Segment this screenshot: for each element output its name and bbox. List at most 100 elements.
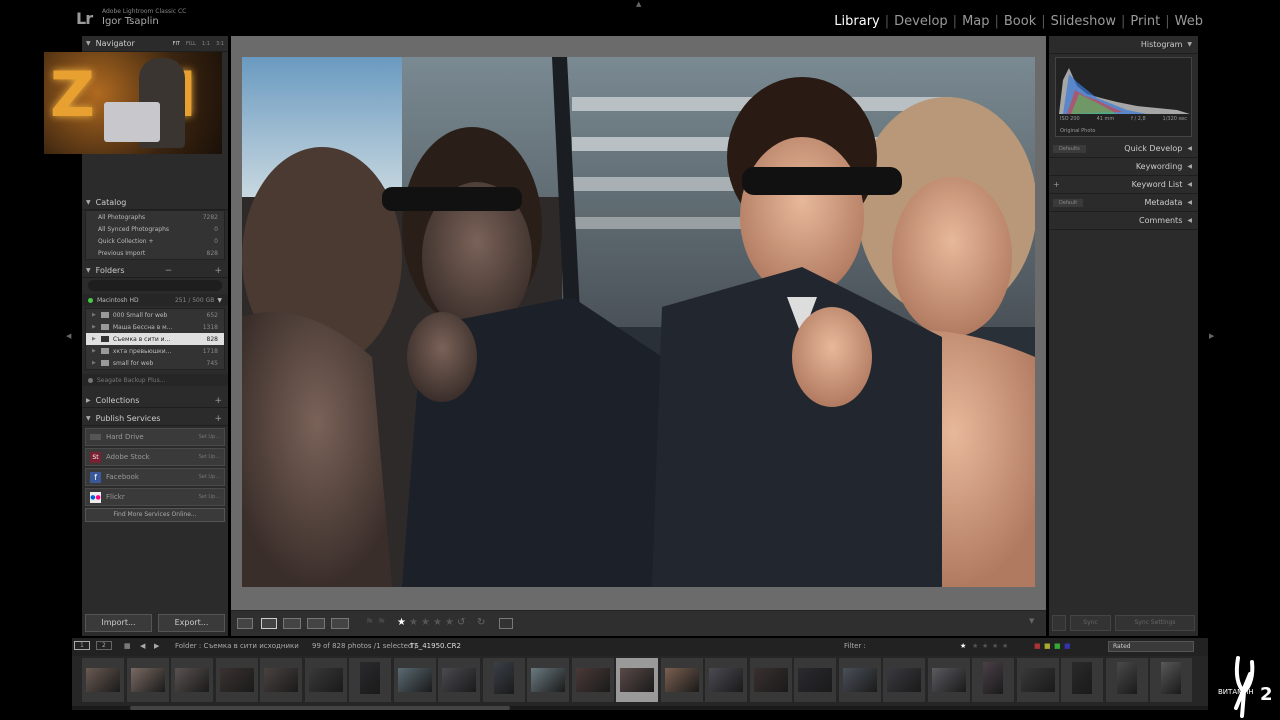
filter-color-yellow[interactable]: ■ — [1044, 642, 1051, 650]
publish-adobe-stock[interactable]: St Adobe Stock Set Up... — [85, 448, 225, 466]
filmstrip-thumbnail[interactable] — [393, 658, 436, 702]
publish-services-header[interactable]: ▼ Publish Services + — [82, 412, 228, 426]
import-button[interactable]: Import... — [85, 614, 152, 632]
filmstrip-thumbnail[interactable] — [838, 658, 881, 702]
collapse-top-panel-icon[interactable]: ▲ — [636, 0, 641, 8]
flag-reject-icon[interactable]: ⚑ — [377, 617, 386, 628]
filmstrip-thumbnail[interactable] — [794, 658, 836, 702]
filmstrip-thumbnail[interactable] — [883, 658, 925, 702]
collapse-left-panel-icon[interactable]: ◀ — [66, 332, 71, 340]
filmstrip-thumbnail[interactable] — [1150, 658, 1192, 702]
catalog-item[interactable]: Previous Import 828 — [86, 247, 224, 259]
catalog-item[interactable]: Quick Collection +0 — [86, 235, 224, 247]
filter-star-2[interactable]: ★ — [972, 642, 978, 650]
filmstrip-thumbnail[interactable] — [304, 658, 347, 702]
filmstrip-thumbnail[interactable] — [660, 658, 703, 702]
people-view-icon[interactable] — [331, 618, 349, 629]
metadata-header[interactable]: Default Metadata ◀ — [1049, 194, 1198, 212]
module-develop[interactable]: Develop — [889, 14, 953, 29]
collections-header[interactable]: ▶ Collections + — [82, 394, 228, 408]
filter-star-4[interactable]: ★ — [992, 642, 998, 650]
sync-button[interactable]: Sync — [1070, 615, 1111, 631]
quick-develop-header[interactable]: Defaults Quick Develop ◀ — [1049, 140, 1198, 158]
zoom-fill[interactable]: FILL — [186, 41, 196, 47]
folder-item[interactable]: ▶ Маша Бессна в м... 1318 — [86, 321, 224, 333]
grid-view-icon[interactable] — [237, 618, 253, 629]
filmstrip-thumbnail[interactable] — [82, 658, 124, 702]
rating-star-4[interactable]: ★ — [433, 617, 442, 628]
survey-view-icon[interactable] — [307, 618, 325, 629]
keyword-list-header[interactable]: + Keyword List ◀ — [1049, 176, 1198, 194]
rating-star-5[interactable]: ★ — [445, 617, 454, 628]
back-arrow-icon[interactable]: ◀ — [140, 642, 145, 650]
filmstrip-thumbnail[interactable] — [438, 658, 480, 702]
volume-macintosh-hd[interactable]: Macintosh HD 251 / 500 GB ▼ — [82, 294, 228, 306]
toolbar-options-icon[interactable]: ▼ — [1029, 617, 1034, 625]
publish-facebook[interactable]: f Facebook Set Up... — [85, 468, 225, 486]
minus-icon[interactable]: − — [165, 266, 173, 276]
plus-icon[interactable]: + — [214, 396, 222, 406]
volume-seagate[interactable]: Seagate Backup Plus... — [82, 374, 228, 386]
filter-color-green[interactable]: ■ — [1054, 642, 1061, 650]
catalog-header[interactable]: ▼ Catalog — [82, 196, 228, 210]
main-photo[interactable] — [242, 57, 1035, 587]
flag-pick-icon[interactable]: ⚑ — [365, 617, 374, 628]
navigator-header[interactable]: ▼ Navigator FIT FILL 1:1 3:1 — [82, 36, 228, 52]
catalog-item[interactable]: All Synced Photographs 0 — [86, 223, 224, 235]
module-web[interactable]: Web — [1170, 14, 1208, 29]
filmstrip-source[interactable]: Folder : Съемка в сити исходники — [175, 642, 299, 650]
filter-star-5[interactable]: ★ — [1002, 642, 1008, 650]
compare-view-icon[interactable] — [283, 618, 301, 629]
histogram-header[interactable]: Histogram ▼ — [1049, 36, 1198, 54]
collapse-right-panel-icon[interactable]: ▶ — [1209, 332, 1214, 340]
filmstrip[interactable] — [72, 656, 1208, 706]
filmstrip-thumbnail[interactable] — [927, 658, 970, 702]
folder-item[interactable]: ▶ хкта превьюшки... 1718 — [86, 345, 224, 357]
catalog-item[interactable]: All Photographs 7282 — [86, 211, 224, 223]
filmstrip-thumbnail[interactable] — [482, 658, 525, 702]
rating-star-3[interactable]: ★ — [421, 617, 430, 628]
folder-item[interactable]: ▶ small for web 745 — [86, 357, 224, 369]
plus-icon[interactable]: + — [214, 414, 222, 424]
filter-star-1[interactable]: ★ — [960, 642, 966, 650]
filter-preset-select[interactable]: Rated — [1108, 641, 1194, 652]
sync-settings-button[interactable]: Sync Settings — [1115, 615, 1195, 631]
forward-arrow-icon[interactable]: ▶ — [154, 642, 159, 650]
filmstrip-thumbnail[interactable] — [527, 658, 569, 702]
filmstrip-thumbnail[interactable] — [749, 658, 792, 702]
plus-icon[interactable]: + — [1053, 180, 1060, 189]
module-map[interactable]: Map — [957, 14, 994, 29]
filmstrip-thumbnail[interactable] — [349, 658, 391, 702]
zoom-1-1[interactable]: 1:1 — [202, 41, 210, 47]
filmstrip-thumbnail[interactable] — [705, 658, 747, 702]
sync-toggle[interactable] — [1052, 615, 1066, 631]
module-slideshow[interactable]: Slideshow — [1046, 14, 1121, 29]
filmstrip-thumbnail[interactable] — [1016, 658, 1059, 702]
filter-color-red[interactable]: ■ — [1034, 642, 1041, 650]
folder-item[interactable]: ▶ 000 Small for web 652 — [86, 309, 224, 321]
folder-item-selected[interactable]: ▶ Съемка в сити и... 828 — [86, 333, 224, 345]
export-button[interactable]: Export... — [158, 614, 225, 632]
keywording-header[interactable]: Keywording ◀ — [1049, 158, 1198, 176]
filmstrip-thumbnail[interactable] — [972, 658, 1014, 702]
filmstrip-thumbnail[interactable] — [571, 658, 614, 702]
page-1-button[interactable]: 1 — [74, 641, 90, 650]
zoom-3-1[interactable]: 3:1 — [216, 41, 224, 47]
filmstrip-thumbnail[interactable] — [1061, 658, 1103, 702]
module-print[interactable]: Print — [1125, 14, 1165, 29]
filmstrip-thumbnail[interactable] — [1105, 658, 1148, 702]
rotate-right-icon[interactable]: ↻ — [477, 617, 485, 628]
module-library[interactable]: Library — [829, 14, 884, 29]
comments-header[interactable]: Comments ◀ — [1049, 212, 1198, 230]
publish-hard-drive[interactable]: Hard Drive Set Up... — [85, 428, 225, 446]
loupe-view-icon[interactable] — [261, 618, 277, 629]
filmstrip-thumbnail[interactable] — [260, 658, 302, 702]
filmstrip-thumbnail[interactable] — [126, 658, 169, 702]
filmstrip-thumbnail-selected[interactable] — [616, 658, 658, 702]
filmstrip-scrollbar[interactable] — [130, 706, 510, 710]
filmstrip-thumbnail[interactable] — [171, 658, 213, 702]
folder-search-input[interactable] — [82, 278, 228, 294]
filmstrip-thumbnail[interactable] — [215, 658, 258, 702]
filmstrip-filename[interactable]: TS_41950.CR2 — [410, 642, 461, 650]
module-book[interactable]: Book — [999, 14, 1041, 29]
